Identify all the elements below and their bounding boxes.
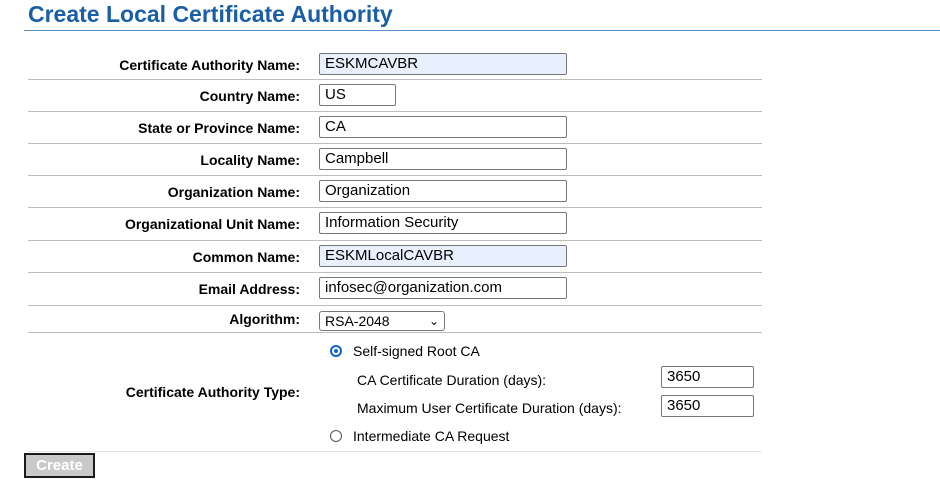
self-signed-label: Self-signed Root CA xyxy=(353,343,480,359)
row-country: Country Name: US xyxy=(28,80,762,112)
ca-duration-label: CA Certificate Duration (days): xyxy=(357,372,547,388)
algorithm-label: Algorithm: xyxy=(229,311,300,327)
locality-label: Locality Name: xyxy=(200,152,300,168)
algorithm-select[interactable]: RSA-2048 ⌄ xyxy=(319,311,445,331)
row-org-unit: Organizational Unit Name: Information Se… xyxy=(28,208,762,241)
common-name-input[interactable]: ESKMLocalCAVBR xyxy=(319,245,567,267)
intermediate-label: Intermediate CA Request xyxy=(353,428,510,444)
ca-duration-input[interactable]: 3650 xyxy=(661,366,754,388)
ca-name-input[interactable]: ESKMCAVBR xyxy=(319,53,567,75)
chevron-down-icon: ⌄ xyxy=(428,314,439,328)
state-label: State or Province Name: xyxy=(138,120,300,136)
create-button[interactable]: Create xyxy=(24,453,95,478)
max-user-duration-input[interactable]: 3650 xyxy=(661,395,754,417)
row-ca-type: Certificate Authority Type: Self-signed … xyxy=(28,333,762,452)
algorithm-selected-value: RSA-2048 xyxy=(325,313,390,329)
country-input[interactable]: US xyxy=(319,84,396,106)
max-user-duration-label: Maximum User Certificate Duration (days)… xyxy=(357,400,622,416)
intermediate-radio[interactable] xyxy=(330,430,342,442)
organization-label: Organization Name: xyxy=(167,184,300,200)
common-name-label: Common Name: xyxy=(192,249,300,265)
organization-input[interactable]: Organization xyxy=(319,180,567,202)
row-common-name: Common Name: ESKMLocalCAVBR xyxy=(28,241,762,273)
row-organization: Organization Name: Organization xyxy=(28,176,762,208)
row-ca-name: Certificate Authority Name: ESKMCAVBR xyxy=(28,49,762,80)
row-locality: Locality Name: Campbell xyxy=(28,144,762,176)
ca-form: Certificate Authority Name: ESKMCAVBR Co… xyxy=(28,49,762,452)
locality-input[interactable]: Campbell xyxy=(319,148,567,170)
self-signed-radio[interactable] xyxy=(330,345,342,357)
org-unit-input[interactable]: Information Security xyxy=(319,212,567,234)
org-unit-label: Organizational Unit Name: xyxy=(124,216,300,232)
email-label: Email Address: xyxy=(198,281,300,297)
row-email: Email Address: infosec@organization.com xyxy=(28,273,762,306)
country-label: Country Name: xyxy=(199,88,300,104)
ca-name-label: Certificate Authority Name: xyxy=(119,57,300,73)
title-divider xyxy=(24,30,940,31)
email-input[interactable]: infosec@organization.com xyxy=(319,277,567,299)
row-algorithm: Algorithm: RSA-2048 ⌄ xyxy=(28,306,762,333)
state-input[interactable]: CA xyxy=(319,116,567,138)
row-state: State or Province Name: CA xyxy=(28,112,762,144)
page-title: Create Local Certificate Authority xyxy=(28,1,393,27)
ca-type-label: Certificate Authority Type: xyxy=(125,384,300,400)
